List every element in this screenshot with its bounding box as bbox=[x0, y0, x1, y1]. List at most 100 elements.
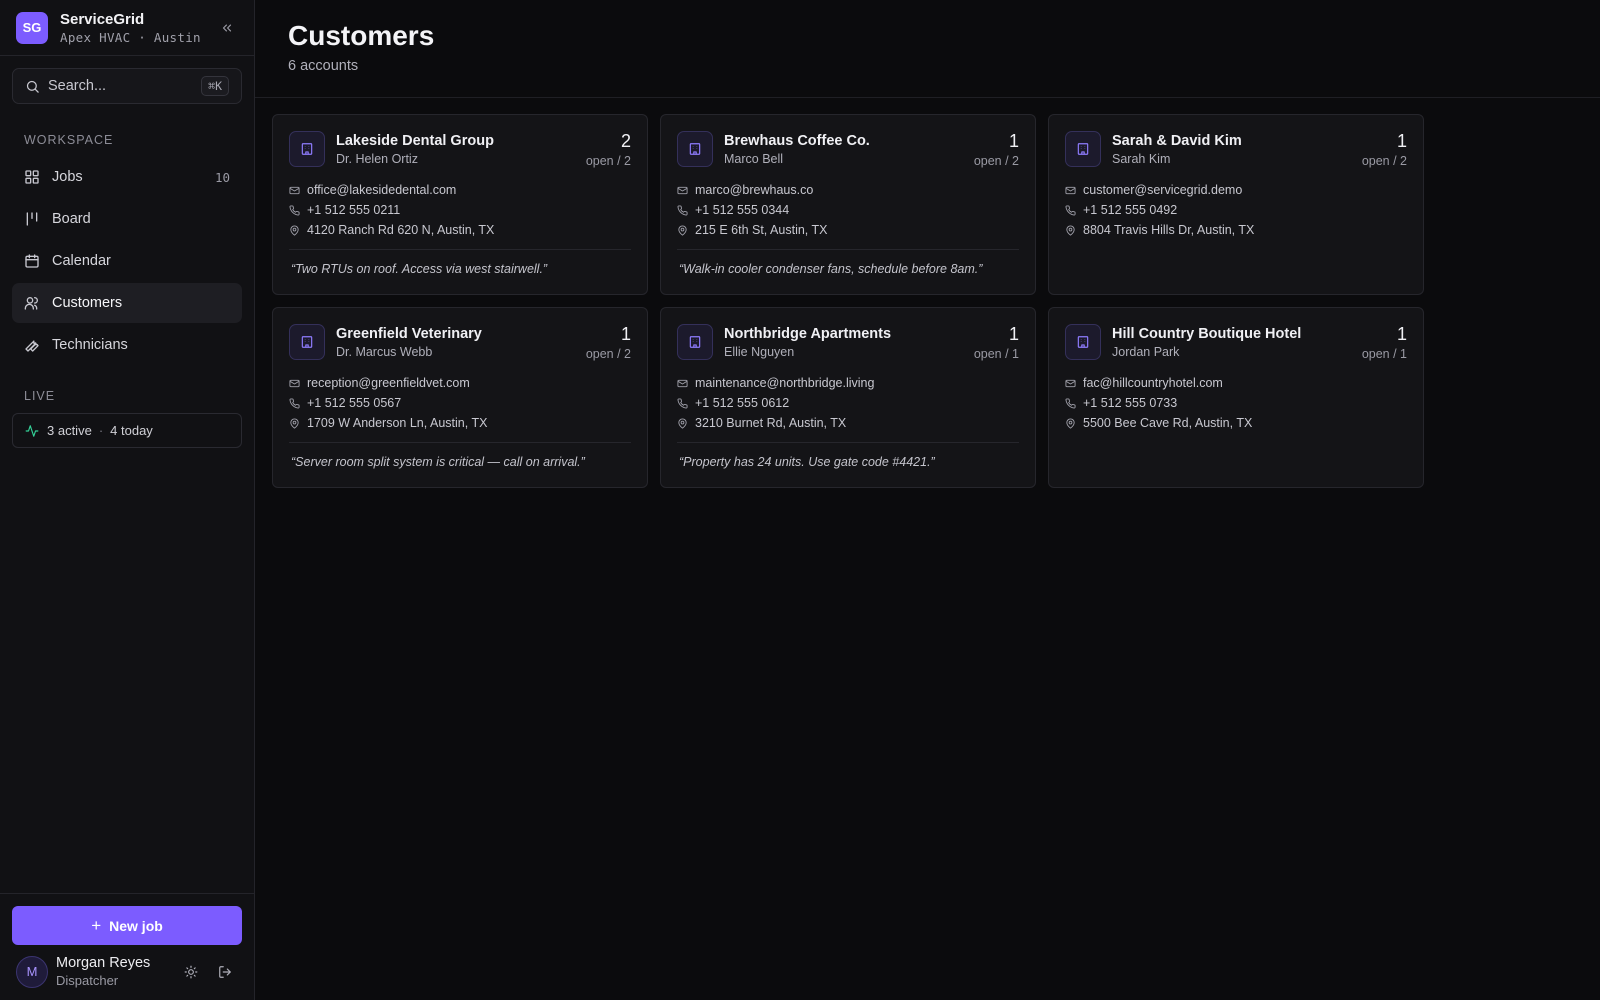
customer-card[interactable]: Greenfield Veterinary Dr. Marcus Webb 1 … bbox=[272, 307, 648, 488]
email-row: fac@hillcountryhotel.com bbox=[1065, 373, 1407, 393]
activity-icon bbox=[25, 424, 39, 437]
new-job-button[interactable]: + New job bbox=[12, 906, 242, 945]
address-text: 5500 Bee Cave Rd, Austin, TX bbox=[1083, 416, 1253, 430]
mail-icon bbox=[289, 186, 300, 194]
phone-text[interactable]: +1 512 555 0492 bbox=[1083, 203, 1177, 217]
building-icon bbox=[289, 324, 325, 360]
job-counts: 1 open / 2 bbox=[1362, 131, 1407, 168]
phone-text[interactable]: +1 512 555 0344 bbox=[695, 203, 789, 217]
brand: SG ServiceGrid Apex HVAC · Austin bbox=[0, 0, 254, 56]
customer-grid: Lakeside Dental Group Dr. Helen Ortiz 2 … bbox=[255, 98, 1600, 504]
email-text[interactable]: reception@greenfieldvet.com bbox=[307, 376, 470, 390]
card-header: Greenfield Veterinary Dr. Marcus Webb 1 … bbox=[289, 324, 631, 361]
address-row: 215 E 6th St, Austin, TX bbox=[677, 220, 1019, 240]
card-head: Brewhaus Coffee Co. Marco Bell bbox=[724, 131, 974, 166]
email-text[interactable]: office@lakesidedental.com bbox=[307, 183, 456, 197]
phone-row: +1 512 555 0211 bbox=[289, 200, 631, 220]
mail-icon bbox=[1065, 379, 1076, 387]
customer-note: “Walk-in cooler condenser fans, schedule… bbox=[679, 262, 983, 276]
collapse-sidebar-button[interactable] bbox=[216, 17, 238, 39]
building-icon bbox=[677, 324, 713, 360]
user-text: Morgan Reyes Dispatcher bbox=[56, 955, 170, 988]
phone-icon bbox=[289, 204, 300, 215]
open-jobs-count: 1 bbox=[1396, 131, 1407, 151]
email-text[interactable]: customer@servicegrid.demo bbox=[1083, 183, 1242, 197]
map-pin-icon bbox=[1066, 224, 1075, 236]
search-placeholder: Search... bbox=[48, 78, 107, 94]
total-jobs-label: open / 2 bbox=[973, 154, 1019, 168]
customer-card[interactable]: Northbridge Apartments Ellie Nguyen 1 op… bbox=[660, 307, 1036, 488]
address-row: 4120 Ranch Rd 620 N, Austin, TX bbox=[289, 220, 631, 240]
phone-row: +1 512 555 0733 bbox=[1065, 393, 1407, 413]
phone-icon bbox=[677, 204, 688, 215]
sidebar-nav: Jobs 10 Board Calendar Customers Technic… bbox=[0, 157, 254, 367]
open-jobs-count: 1 bbox=[620, 324, 631, 344]
sidebar-footer: + New job M Morgan Reyes Dispatcher bbox=[0, 893, 254, 1000]
email-row: office@lakesidedental.com bbox=[289, 180, 631, 200]
wrench-icon bbox=[24, 337, 40, 353]
phone-row: +1 512 555 0567 bbox=[289, 393, 631, 413]
customer-card[interactable]: Hill Country Boutique Hotel Jordan Park … bbox=[1048, 307, 1424, 488]
customer-contact: Ellie Nguyen bbox=[724, 345, 795, 359]
sidebar-item-calendar[interactable]: Calendar bbox=[12, 241, 242, 281]
customer-contact: Dr. Helen Ortiz bbox=[336, 152, 418, 166]
search-input[interactable]: Search... ⌘K bbox=[12, 68, 242, 104]
sidebar-item-label: Customers bbox=[52, 295, 123, 311]
email-text[interactable]: marco@brewhaus.co bbox=[695, 183, 813, 197]
building-icon bbox=[1065, 324, 1101, 360]
sidebar-item-jobs[interactable]: Jobs 10 bbox=[12, 157, 242, 197]
sidebar-item-board[interactable]: Board bbox=[12, 199, 242, 239]
address-text: 1709 W Anderson Ln, Austin, TX bbox=[307, 416, 488, 430]
customer-card[interactable]: Sarah & David Kim Sarah Kim 1 open / 2 c… bbox=[1048, 114, 1424, 295]
users-icon bbox=[24, 295, 40, 311]
brand-text: ServiceGrid Apex HVAC · Austin bbox=[60, 11, 216, 45]
address-text: 3210 Burnet Rd, Austin, TX bbox=[695, 416, 847, 430]
user-name: Morgan Reyes bbox=[56, 955, 151, 971]
card-head: Greenfield Veterinary Dr. Marcus Webb bbox=[336, 324, 586, 359]
phone-icon bbox=[1065, 397, 1076, 408]
customer-contact: Sarah Kim bbox=[1112, 152, 1171, 166]
email-row: marco@brewhaus.co bbox=[677, 180, 1019, 200]
sidebar-item-label: Calendar bbox=[52, 253, 111, 269]
page-header: Customers 6 accounts bbox=[255, 0, 1600, 98]
email-text[interactable]: maintenance@northbridge.living bbox=[695, 376, 874, 390]
map-pin-icon bbox=[290, 417, 299, 429]
chevrons-left-icon bbox=[222, 24, 232, 31]
phone-icon bbox=[289, 397, 300, 408]
contact-details: maintenance@northbridge.living +1 512 55… bbox=[677, 373, 1019, 433]
total-jobs-label: open / 2 bbox=[585, 347, 631, 361]
email-text[interactable]: fac@hillcountryhotel.com bbox=[1083, 376, 1223, 390]
live-today: 4 today bbox=[110, 423, 153, 438]
grid-icon bbox=[24, 169, 40, 185]
email-row: maintenance@northbridge.living bbox=[677, 373, 1019, 393]
customer-card[interactable]: Brewhaus Coffee Co. Marco Bell 1 open / … bbox=[660, 114, 1036, 295]
map-pin-icon bbox=[1066, 417, 1075, 429]
contact-details: reception@greenfieldvet.com +1 512 555 0… bbox=[289, 373, 631, 433]
phone-text[interactable]: +1 512 555 0567 bbox=[307, 396, 401, 410]
logout-icon bbox=[219, 965, 231, 978]
phone-text[interactable]: +1 512 555 0612 bbox=[695, 396, 789, 410]
avatar[interactable]: M bbox=[16, 955, 48, 988]
job-counts: 1 open / 2 bbox=[974, 131, 1019, 168]
brand-name: ServiceGrid bbox=[60, 10, 145, 28]
brand-logo: SG bbox=[16, 11, 48, 44]
contact-details: marco@brewhaus.co +1 512 555 0344 215 E … bbox=[677, 180, 1019, 240]
phone-text[interactable]: +1 512 555 0211 bbox=[307, 203, 400, 217]
sidebar-item-customers[interactable]: Customers bbox=[12, 283, 242, 323]
total-jobs-label: open / 2 bbox=[585, 154, 631, 168]
jobs-count: 10 bbox=[214, 169, 230, 185]
phone-row: +1 512 555 0612 bbox=[677, 393, 1019, 413]
logout-button[interactable] bbox=[212, 959, 238, 985]
theme-toggle-button[interactable] bbox=[178, 959, 204, 985]
total-jobs-label: open / 1 bbox=[1361, 347, 1407, 361]
mail-icon bbox=[1065, 186, 1076, 194]
open-jobs-count: 2 bbox=[620, 131, 631, 151]
phone-text[interactable]: +1 512 555 0733 bbox=[1083, 396, 1177, 410]
total-jobs-label: open / 2 bbox=[1361, 154, 1407, 168]
main-content: Customers 6 accounts Lakeside Dental Gro… bbox=[255, 0, 1600, 1000]
customer-name: Brewhaus Coffee Co. bbox=[724, 133, 870, 149]
page-subtitle: 6 accounts bbox=[288, 58, 359, 74]
card-header: Northbridge Apartments Ellie Nguyen 1 op… bbox=[677, 324, 1019, 361]
sidebar-item-technicians[interactable]: Technicians bbox=[12, 325, 242, 365]
customer-card[interactable]: Lakeside Dental Group Dr. Helen Ortiz 2 … bbox=[272, 114, 648, 295]
